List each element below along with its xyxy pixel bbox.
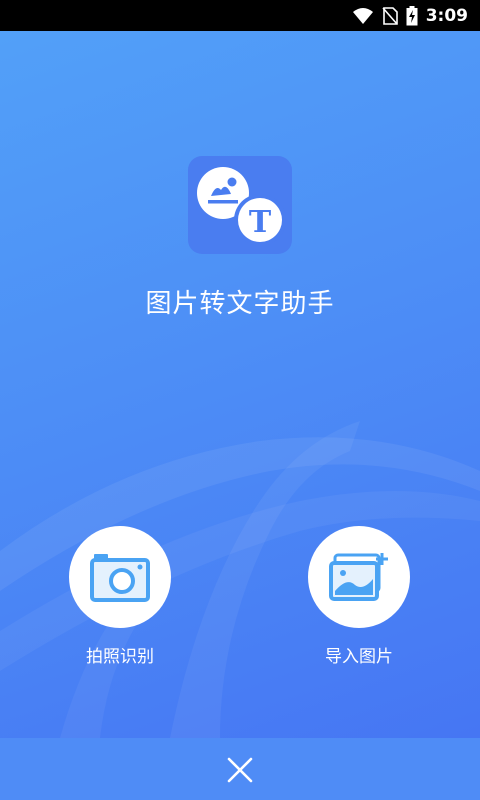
app-logo: T <box>188 156 292 254</box>
camera-icon <box>90 554 150 602</box>
app-title: 图片转文字助手 <box>145 289 335 319</box>
main-area: T 图片转文字助手 拍照识别 导入图片 <box>0 31 480 738</box>
camera-button-circle[interactable] <box>69 526 171 628</box>
battery-charging-icon <box>406 5 418 25</box>
status-bar: 3:09 <box>0 0 480 31</box>
import-button-circle[interactable] <box>308 526 410 628</box>
image-add-icon <box>329 553 388 601</box>
wifi-icon <box>352 7 373 24</box>
status-icons: 3:09 <box>352 0 468 31</box>
camera-recognize-label: 拍照识别 <box>86 647 154 667</box>
close-icon <box>227 757 253 783</box>
import-image-label: 导入图片 <box>325 647 393 667</box>
bottom-bar <box>0 738 480 800</box>
camera-recognize-button[interactable]: 拍照识别 <box>68 526 172 667</box>
no-sim-icon <box>382 6 398 25</box>
status-time: 3:09 <box>425 5 468 26</box>
logo-letter: T <box>249 205 272 240</box>
import-image-button[interactable]: 导入图片 <box>307 526 411 667</box>
close-button[interactable] <box>222 752 258 788</box>
